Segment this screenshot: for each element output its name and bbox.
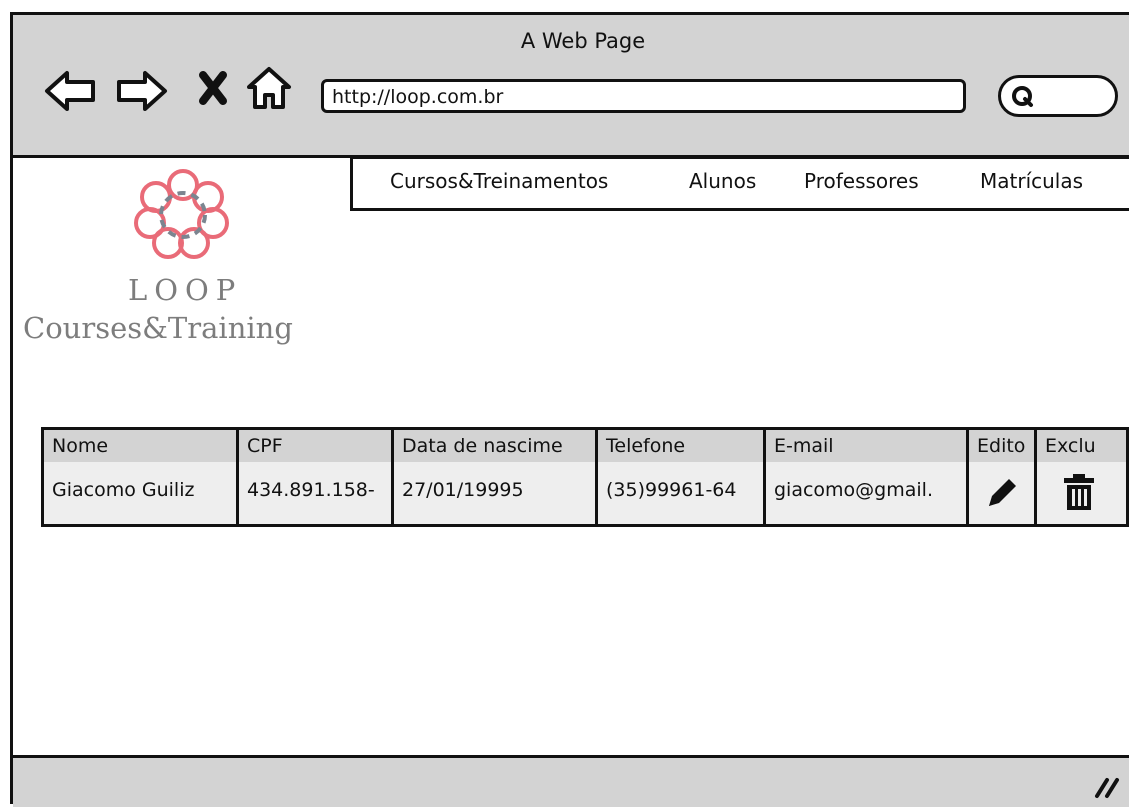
column-divider [391, 430, 394, 524]
header-email: E-mail [774, 435, 834, 457]
header-editar: Edito [977, 435, 1026, 457]
url-input[interactable]: http://loop.com.br [321, 79, 966, 113]
header-nome: Nome [52, 435, 109, 457]
edit-button[interactable] [969, 462, 1037, 524]
logo: LOOP Courses&Training [23, 165, 353, 355]
table-header: Nome CPF Data de nascime Telefone E-mail… [44, 430, 1126, 462]
menu-item-alunos[interactable]: Alunos [689, 169, 756, 193]
resize-handle-icon[interactable] [1091, 774, 1121, 800]
window-title: A Web Page [520, 29, 646, 53]
table-row: Giacomo Guiliz 434.891.158- 27/01/19995 … [44, 462, 1126, 524]
cell-telefone: (35)99961-64 [606, 479, 737, 501]
header-telefone: Telefone [606, 435, 686, 457]
logo-name: LOOP [128, 273, 243, 307]
pencil-icon [989, 479, 1016, 506]
students-table: Nome CPF Data de nascime Telefone E-mail… [41, 427, 1129, 527]
search-icon [1012, 86, 1033, 107]
column-divider [236, 430, 239, 524]
logo-subtitle: Courses&Training [23, 311, 293, 345]
header-excluir: Exclu [1045, 435, 1096, 457]
loop-knot-icon [134, 169, 229, 259]
delete-button[interactable] [1037, 462, 1129, 524]
cell-data-nascimento: 27/01/19995 [402, 479, 524, 501]
cell-cpf: 434.891.158- [247, 479, 375, 501]
search-input[interactable] [998, 75, 1118, 117]
cell-email: giacomo@gmail. [774, 479, 933, 501]
browser-window: A Web Page http://loop.com.br Cursos&Tre… [10, 12, 1129, 807]
header-cpf: CPF [247, 435, 283, 457]
trash-icon [1064, 474, 1094, 510]
home-icon[interactable] [245, 63, 293, 115]
menu-item-cursos[interactable]: Cursos&Treinamentos [390, 169, 608, 193]
back-arrow-icon[interactable] [43, 63, 99, 119]
menu-item-matriculas[interactable]: Matrículas [980, 169, 1083, 193]
main-menu: Cursos&Treinamentos Alunos Professores M… [350, 156, 1129, 211]
close-icon[interactable] [198, 70, 228, 106]
status-bar [13, 755, 1129, 807]
menu-item-professores[interactable]: Professores [804, 169, 919, 193]
column-divider [1034, 430, 1037, 524]
browser-toolbar: A Web Page http://loop.com.br [13, 15, 1129, 158]
column-divider [763, 430, 766, 524]
forward-arrow-icon[interactable] [113, 63, 169, 119]
header-data-nascimento: Data de nascime [402, 435, 563, 457]
column-divider [595, 430, 598, 524]
column-divider [966, 430, 969, 524]
cell-nome: Giacomo Guiliz [52, 479, 195, 501]
